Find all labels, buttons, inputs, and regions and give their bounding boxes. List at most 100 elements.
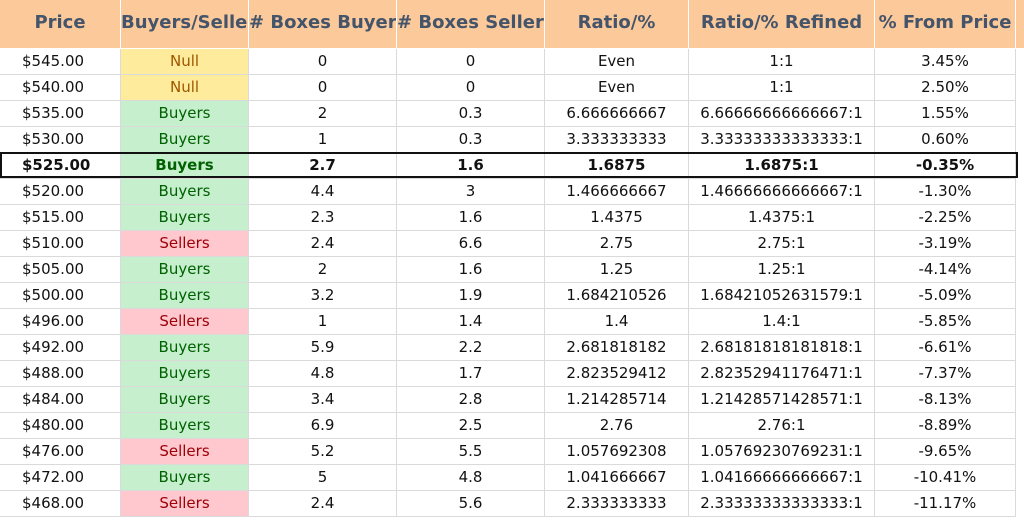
header-boxes-buyers[interactable]: # Boxes Buyers xyxy=(249,0,397,48)
price-cell[interactable]: $545.00 xyxy=(0,49,121,75)
side-cell[interactable]: Buyers xyxy=(121,153,249,179)
side-cell[interactable]: Sellers xyxy=(121,439,249,465)
boxes-sellers-cell[interactable]: 1.6 xyxy=(397,153,545,179)
price-cell[interactable]: $525.00 xyxy=(0,153,121,179)
header-from-price[interactable]: % From Price xyxy=(875,0,1016,48)
side-cell[interactable]: Buyers xyxy=(121,465,249,491)
from-price-cell[interactable]: -5.85% xyxy=(875,309,1016,335)
boxes-buyers-cell[interactable]: 2 xyxy=(249,257,397,283)
boxes-buyers-cell[interactable]: 2.4 xyxy=(249,231,397,257)
ratio-cell[interactable]: 1.25 xyxy=(545,257,689,283)
boxes-sellers-cell[interactable]: 1.6 xyxy=(397,205,545,231)
ratio-refined-cell[interactable]: 3.33333333333333:1 xyxy=(689,127,875,153)
boxes-buyers-cell[interactable]: 2.4 xyxy=(249,491,397,517)
boxes-buyers-cell[interactable]: 1 xyxy=(249,309,397,335)
from-price-cell[interactable]: -8.89% xyxy=(875,413,1016,439)
ratio-cell[interactable]: 1.684210526 xyxy=(545,283,689,309)
header-boxes-sellers[interactable]: # Boxes Sellers xyxy=(397,0,545,48)
price-cell[interactable]: $480.00 xyxy=(0,413,121,439)
price-cell[interactable]: $535.00 xyxy=(0,101,121,127)
price-cell[interactable]: $500.00 xyxy=(0,283,121,309)
price-cell[interactable]: $484.00 xyxy=(0,387,121,413)
boxes-buyers-cell[interactable]: 1 xyxy=(249,127,397,153)
ratio-cell[interactable]: 1.4 xyxy=(545,309,689,335)
ratio-refined-cell[interactable]: 6.66666666666667:1 xyxy=(689,101,875,127)
ratio-cell[interactable]: Even xyxy=(545,49,689,75)
header-price[interactable]: Price xyxy=(0,0,121,48)
price-cell[interactable]: $510.00 xyxy=(0,231,121,257)
from-price-cell[interactable]: -11.17% xyxy=(875,491,1016,517)
boxes-sellers-cell[interactable]: 1.6 xyxy=(397,257,545,283)
boxes-sellers-cell[interactable]: 2.5 xyxy=(397,413,545,439)
ratio-cell[interactable]: 1.6875 xyxy=(545,153,689,179)
boxes-buyers-cell[interactable]: 6.9 xyxy=(249,413,397,439)
boxes-sellers-cell[interactable]: 6.6 xyxy=(397,231,545,257)
side-cell[interactable]: Buyers xyxy=(121,205,249,231)
side-cell[interactable]: Buyers xyxy=(121,127,249,153)
side-cell[interactable]: Buyers xyxy=(121,101,249,127)
boxes-sellers-cell[interactable]: 1.7 xyxy=(397,361,545,387)
boxes-sellers-cell[interactable]: 4.8 xyxy=(397,465,545,491)
boxes-sellers-cell[interactable]: 5.5 xyxy=(397,439,545,465)
side-cell[interactable]: Buyers xyxy=(121,387,249,413)
boxes-sellers-cell[interactable]: 0 xyxy=(397,49,545,75)
boxes-sellers-cell[interactable]: 1.9 xyxy=(397,283,545,309)
ratio-refined-cell[interactable]: 1.21428571428571:1 xyxy=(689,387,875,413)
from-price-cell[interactable]: -9.65% xyxy=(875,439,1016,465)
side-cell[interactable]: Buyers xyxy=(121,361,249,387)
ratio-cell[interactable]: 6.666666667 xyxy=(545,101,689,127)
boxes-sellers-cell[interactable]: 0 xyxy=(397,75,545,101)
ratio-refined-cell[interactable]: 1.25:1 xyxy=(689,257,875,283)
from-price-cell[interactable]: 3.45% xyxy=(875,49,1016,75)
from-price-cell[interactable]: -4.14% xyxy=(875,257,1016,283)
ratio-cell[interactable]: 2.681818182 xyxy=(545,335,689,361)
side-cell[interactable]: Sellers xyxy=(121,231,249,257)
ratio-cell[interactable]: 2.823529412 xyxy=(545,361,689,387)
ratio-cell[interactable]: 1.057692308 xyxy=(545,439,689,465)
from-price-cell[interactable]: -2.25% xyxy=(875,205,1016,231)
price-cell[interactable]: $476.00 xyxy=(0,439,121,465)
from-price-cell[interactable]: -0.35% xyxy=(875,153,1016,179)
price-cell[interactable]: $472.00 xyxy=(0,465,121,491)
from-price-cell[interactable]: -7.37% xyxy=(875,361,1016,387)
boxes-buyers-cell[interactable]: 2.3 xyxy=(249,205,397,231)
boxes-sellers-cell[interactable]: 0.3 xyxy=(397,127,545,153)
side-cell[interactable]: Buyers xyxy=(121,179,249,205)
side-cell[interactable]: Buyers xyxy=(121,257,249,283)
side-cell[interactable]: Sellers xyxy=(121,309,249,335)
boxes-buyers-cell[interactable]: 0 xyxy=(249,75,397,101)
ratio-cell[interactable]: Even xyxy=(545,75,689,101)
ratio-refined-cell[interactable]: 1.46666666666667:1 xyxy=(689,179,875,205)
price-cell[interactable]: $520.00 xyxy=(0,179,121,205)
ratio-refined-cell[interactable]: 1.6875:1 xyxy=(689,153,875,179)
boxes-buyers-cell[interactable]: 2 xyxy=(249,101,397,127)
boxes-sellers-cell[interactable]: 2.2 xyxy=(397,335,545,361)
from-price-cell[interactable]: 0.60% xyxy=(875,127,1016,153)
boxes-buyers-cell[interactable]: 5 xyxy=(249,465,397,491)
ratio-refined-cell[interactable]: 1.4375:1 xyxy=(689,205,875,231)
boxes-sellers-cell[interactable]: 1.4 xyxy=(397,309,545,335)
header-ratio-refined[interactable]: Ratio/% Refined xyxy=(689,0,875,48)
boxes-buyers-cell[interactable]: 5.9 xyxy=(249,335,397,361)
ratio-refined-cell[interactable]: 1.05769230769231:1 xyxy=(689,439,875,465)
boxes-buyers-cell[interactable]: 0 xyxy=(249,49,397,75)
side-cell[interactable]: Null xyxy=(121,49,249,75)
ratio-cell[interactable]: 2.75 xyxy=(545,231,689,257)
ratio-cell[interactable]: 1.466666667 xyxy=(545,179,689,205)
ratio-refined-cell[interactable]: 2.82352941176471:1 xyxy=(689,361,875,387)
boxes-buyers-cell[interactable]: 2.7 xyxy=(249,153,397,179)
from-price-cell[interactable]: -3.19% xyxy=(875,231,1016,257)
boxes-sellers-cell[interactable]: 2.8 xyxy=(397,387,545,413)
from-price-cell[interactable]: 2.50% xyxy=(875,75,1016,101)
from-price-cell[interactable]: -6.61% xyxy=(875,335,1016,361)
boxes-buyers-cell[interactable]: 4.4 xyxy=(249,179,397,205)
ratio-refined-cell[interactable]: 2.68181818181818:1 xyxy=(689,335,875,361)
ratio-cell[interactable]: 1.214285714 xyxy=(545,387,689,413)
boxes-sellers-cell[interactable]: 5.6 xyxy=(397,491,545,517)
price-cell[interactable]: $540.00 xyxy=(0,75,121,101)
ratio-refined-cell[interactable]: 2.76:1 xyxy=(689,413,875,439)
boxes-buyers-cell[interactable]: 3.2 xyxy=(249,283,397,309)
boxes-buyers-cell[interactable]: 5.2 xyxy=(249,439,397,465)
from-price-cell[interactable]: -10.41% xyxy=(875,465,1016,491)
price-cell[interactable]: $530.00 xyxy=(0,127,121,153)
